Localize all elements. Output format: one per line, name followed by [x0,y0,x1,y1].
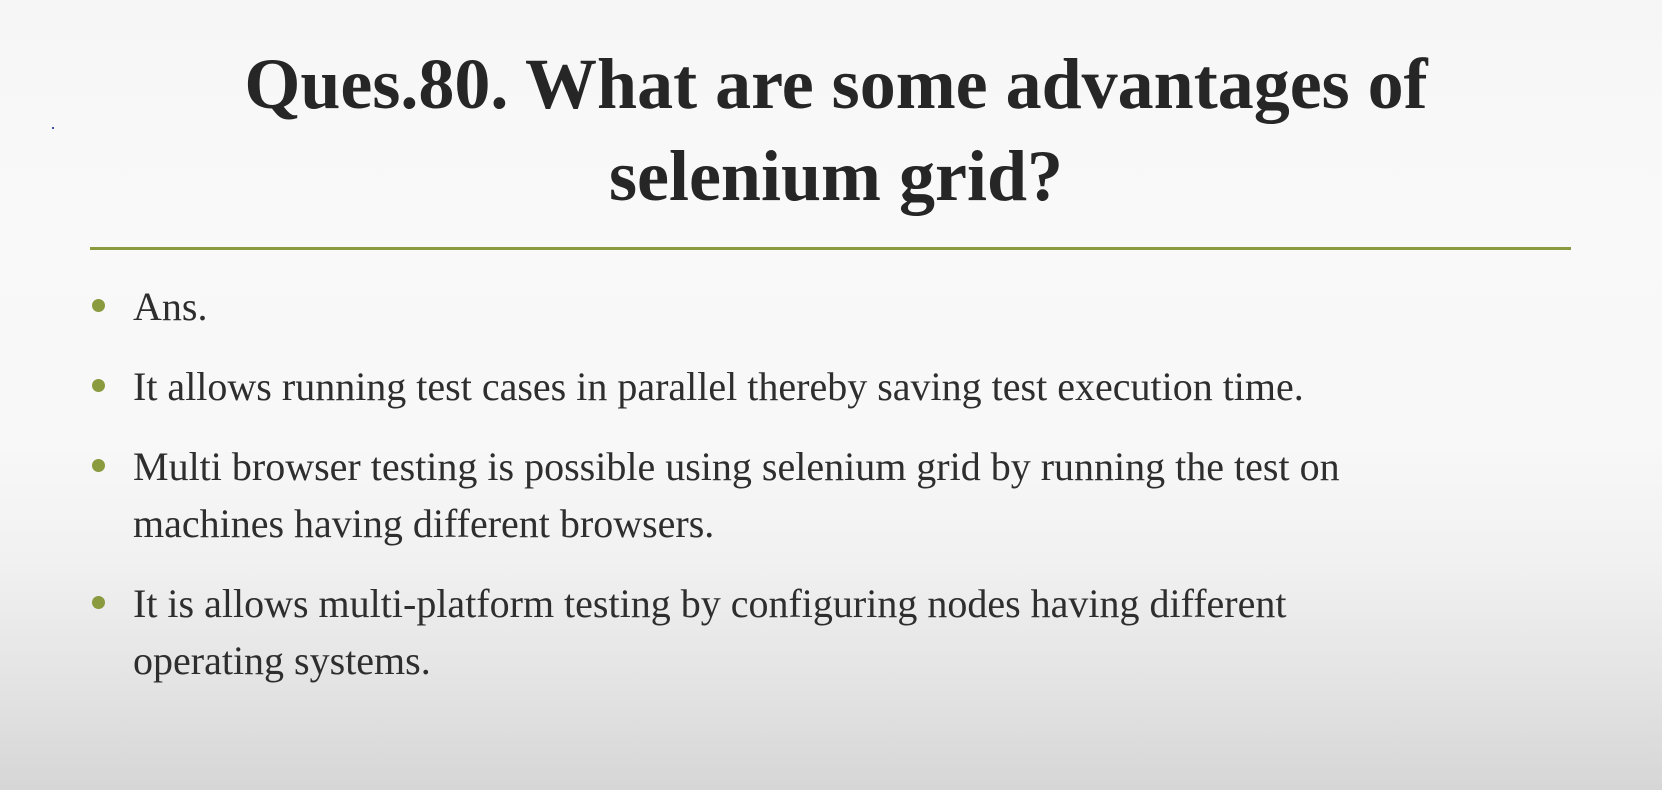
slide: Ques.80. What are some advantages of sel… [0,0,1662,790]
slide-title: Ques.80. What are some advantages of sel… [90,38,1582,222]
title-line-1: Ques.80. What are some advantages of [244,44,1428,124]
title-line-2: selenium grid? [608,136,1063,216]
bullet-dot-icon [92,459,105,472]
bullet-text-line: operating systems. [133,638,431,683]
bullet-dot-icon [92,596,105,609]
bullet-text-line: It is allows multi-platform testing by c… [133,581,1287,626]
bullet-list: Ans. It allows running test cases in par… [90,278,1590,712]
bullet-dot-icon [92,299,105,312]
bullet-text-line: machines having different browsers. [133,501,715,546]
bullet-dot-icon [92,379,105,392]
bullet-text-line: Multi browser testing is possible using … [133,444,1340,489]
bullet-text-line: It allows running test cases in parallel… [133,364,1304,409]
dot-artifact [52,127,54,129]
bullet-item: It is allows multi-platform testing by c… [90,575,1590,689]
title-divider [90,247,1571,250]
bullet-item: Multi browser testing is possible using … [90,438,1590,552]
bullet-item: Ans. [90,278,1590,335]
bullet-text-line: Ans. [133,284,208,329]
bullet-item: It allows running test cases in parallel… [90,358,1590,415]
